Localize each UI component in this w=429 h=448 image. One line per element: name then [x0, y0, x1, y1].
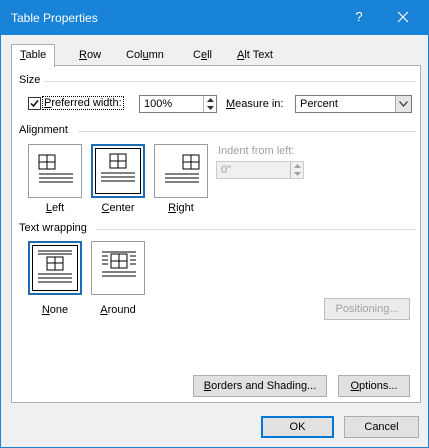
align-center-option[interactable] — [91, 144, 145, 198]
table-tab-panel: Size Preferred width: 100% Measure in: P… — [11, 65, 421, 403]
indent-from-left-label: Indent from left: — [218, 145, 295, 157]
tab-row[interactable]: Row — [79, 47, 101, 66]
label-post: ptions... — [359, 380, 398, 392]
label-post: easure in: — [235, 98, 284, 110]
stepper-arrows[interactable] — [290, 162, 303, 178]
wrap-around-icon — [102, 251, 136, 277]
size-separator — [44, 81, 416, 82]
stepper-up-icon[interactable] — [204, 96, 216, 104]
label-key: B — [203, 380, 212, 392]
tab-label-pre: Col — [126, 49, 143, 61]
label-post: one — [49, 304, 69, 316]
text-wrapping-separator — [96, 229, 416, 230]
tab-label-pre: C — [193, 49, 201, 61]
align-center-icon — [101, 153, 135, 182]
tab-label-post: ll — [207, 49, 212, 61]
measure-in-label: Measure in: — [226, 98, 283, 110]
positioning-button[interactable]: Positioning... — [324, 298, 410, 320]
preferred-width-checkbox[interactable] — [28, 97, 41, 110]
label-post: enter — [109, 202, 135, 214]
wrap-around-option[interactable] — [91, 241, 145, 295]
label-key: M — [226, 98, 236, 110]
measure-in-select[interactable]: Percent — [295, 95, 412, 113]
title-bar[interactable]: Table Properties ? — [1, 1, 428, 35]
tab-label-post: ow — [86, 49, 102, 61]
stepper-arrows[interactable] — [203, 96, 216, 112]
label-post: eft — [51, 202, 65, 214]
label-key: N — [41, 304, 50, 316]
close-icon — [397, 11, 409, 23]
align-right-option[interactable] — [154, 144, 208, 198]
table-properties-dialog: Table Properties ? Table Row Column Cell… — [0, 0, 429, 448]
chevron-down-icon[interactable] — [395, 96, 411, 112]
size-group-label: Size — [19, 74, 41, 86]
label-key: O — [350, 380, 360, 392]
label-post: round — [107, 304, 136, 316]
tab-label-post: able — [25, 49, 47, 61]
stepper-down-icon[interactable] — [204, 104, 216, 112]
label-key: R — [168, 202, 177, 214]
align-center-label: Center — [89, 202, 147, 214]
align-right-icon — [165, 154, 200, 183]
label-post: orders and Shading... — [211, 380, 317, 392]
label-key: A — [100, 304, 108, 316]
alignment-separator — [78, 131, 416, 132]
indent-from-left-stepper[interactable]: 0" — [216, 161, 304, 179]
wrap-none-icon — [38, 250, 72, 283]
align-left-label: Left — [28, 202, 82, 214]
checkmark-icon — [30, 100, 39, 108]
label-post: ight — [176, 202, 194, 214]
ok-button[interactable]: OK — [261, 416, 334, 438]
tab-label-post: lt Text — [244, 49, 273, 61]
wrap-none-option[interactable] — [28, 241, 82, 295]
label-post: referred width: — [51, 97, 122, 109]
tab-cell[interactable]: Cell — [193, 47, 212, 66]
close-button[interactable] — [393, 7, 413, 27]
stepper-up-icon[interactable] — [291, 162, 303, 170]
tab-label-post: mn — [148, 49, 164, 61]
tab-label-key: R — [79, 49, 87, 61]
tab-alt-text[interactable]: Alt Text — [237, 47, 273, 66]
align-left-icon — [38, 154, 73, 183]
text-wrapping-group-label: Text wrapping — [19, 222, 87, 234]
help-button[interactable]: ? — [351, 9, 367, 24]
alignment-group-label: Alignment — [19, 124, 68, 136]
cancel-button[interactable]: Cancel — [344, 416, 419, 438]
indent-from-left-value: 0" — [221, 164, 232, 176]
measure-in-value: Percent — [300, 98, 338, 110]
borders-and-shading-button[interactable]: Borders and Shading... — [193, 375, 327, 397]
tab-strip: Table Row Column Cell Alt Text — [11, 44, 421, 67]
tab-table[interactable]: Table — [11, 44, 56, 67]
align-right-label: Right — [154, 202, 208, 214]
options-button[interactable]: Options... — [338, 375, 410, 397]
preferred-width-stepper[interactable]: 100% — [139, 95, 217, 113]
tab-column[interactable]: Column — [126, 47, 164, 66]
dialog-title: Table Properties — [11, 11, 98, 25]
preferred-width-value: 100% — [144, 98, 173, 110]
align-left-option[interactable] — [28, 144, 82, 198]
wrap-none-label: None — [28, 304, 82, 316]
preferred-width-label[interactable]: Preferred width: — [42, 96, 124, 110]
wrap-around-label: Around — [91, 304, 145, 316]
stepper-down-icon[interactable] — [291, 170, 303, 178]
